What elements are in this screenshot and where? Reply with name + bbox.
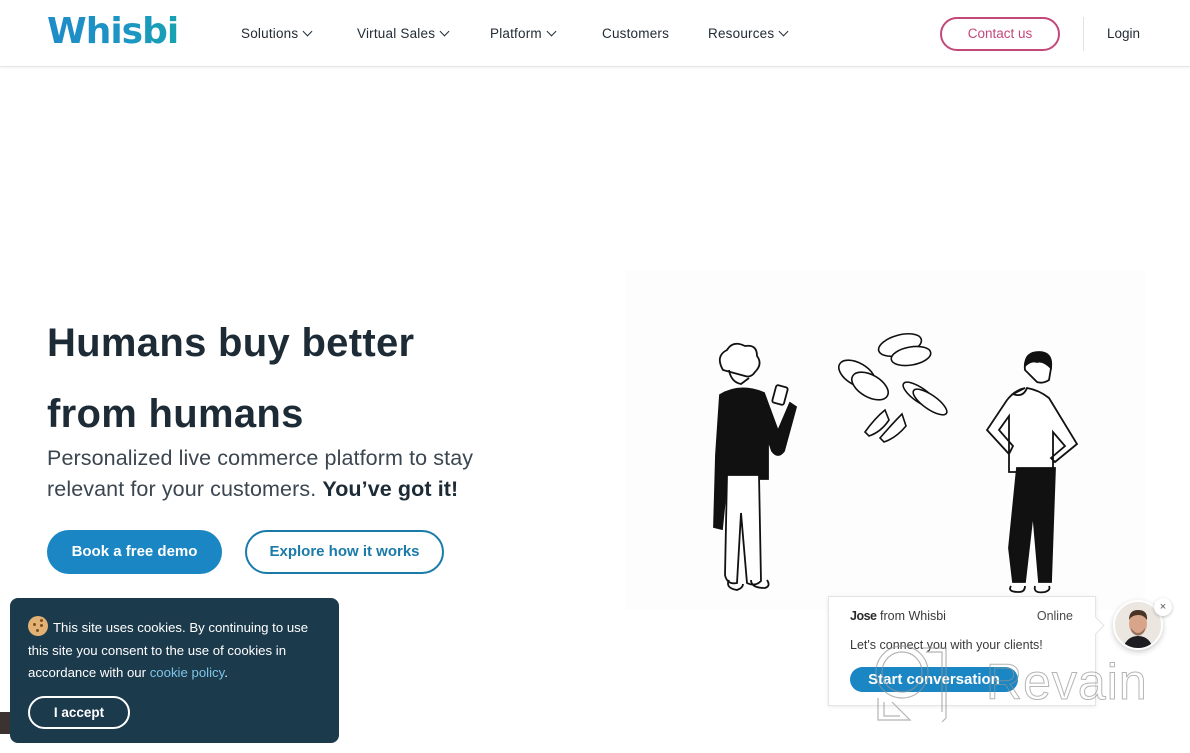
cookie-policy-link[interactable]: cookie policy bbox=[150, 665, 225, 680]
explore-button[interactable]: Explore how it works bbox=[245, 530, 444, 574]
nav-label: Customers bbox=[602, 26, 670, 41]
nav-virtual-sales[interactable]: Virtual Sales bbox=[357, 24, 450, 44]
chat-widget: Jose from Whisbi Online Let's connect yo… bbox=[828, 596, 1096, 706]
nav-label: Virtual Sales bbox=[357, 26, 436, 41]
close-chat-icon[interactable]: × bbox=[1154, 598, 1172, 616]
hero-title-line-2: from humans bbox=[47, 392, 304, 436]
accept-cookies-button[interactable]: I accept bbox=[28, 696, 130, 729]
nav-solutions[interactable]: Solutions bbox=[241, 24, 313, 44]
hero-title: Humans buy better from humans bbox=[47, 308, 567, 450]
nav-label: Resources bbox=[708, 26, 775, 41]
nav-platform[interactable]: Platform bbox=[490, 24, 557, 44]
nav-label: Platform bbox=[490, 26, 542, 41]
chevron-down-icon bbox=[439, 26, 450, 37]
chevron-down-icon bbox=[778, 26, 789, 37]
chat-agent-name: Jose bbox=[850, 609, 877, 623]
cookie-message: This site uses cookies. By continuing to… bbox=[28, 616, 328, 685]
cookie-banner: This site uses cookies. By continuing to… bbox=[10, 598, 339, 743]
cookie-icon bbox=[28, 616, 48, 636]
cookie-trailing-punct: . bbox=[224, 665, 228, 680]
login-link[interactable]: Login bbox=[1107, 24, 1140, 44]
whisbi-logo[interactable]: Whisbi bbox=[47, 8, 179, 56]
nav-customers[interactable]: Customers bbox=[602, 24, 669, 44]
chevron-down-icon bbox=[302, 26, 313, 37]
chat-status: Online bbox=[1036, 609, 1073, 623]
hero-subtitle: Personalized live commerce platform to s… bbox=[47, 443, 517, 505]
chat-agent-info: Jose from Whisbi bbox=[850, 609, 946, 623]
start-conversation-button[interactable]: Start conversation bbox=[850, 667, 1018, 692]
chat-message: Let's connect you with your clients! bbox=[850, 638, 1043, 652]
header-divider bbox=[1083, 17, 1084, 51]
chat-agent-from: from Whisbi bbox=[879, 609, 946, 623]
hero-illustration bbox=[625, 270, 1145, 610]
page-edge-element bbox=[0, 712, 10, 734]
nav-resources[interactable]: Resources bbox=[708, 24, 789, 44]
hero-title-line-1: Humans buy better bbox=[47, 321, 415, 365]
book-demo-button[interactable]: Book a free demo bbox=[47, 530, 222, 574]
contact-us-button[interactable]: Contact us bbox=[940, 17, 1060, 51]
nav-label: Solutions bbox=[241, 26, 299, 41]
chevron-down-icon bbox=[546, 26, 557, 37]
site-header: Whisbi Solutions Virtual Sales Platform … bbox=[0, 0, 1190, 67]
hero-subtitle-emphasis: You’ve got it! bbox=[322, 477, 459, 501]
